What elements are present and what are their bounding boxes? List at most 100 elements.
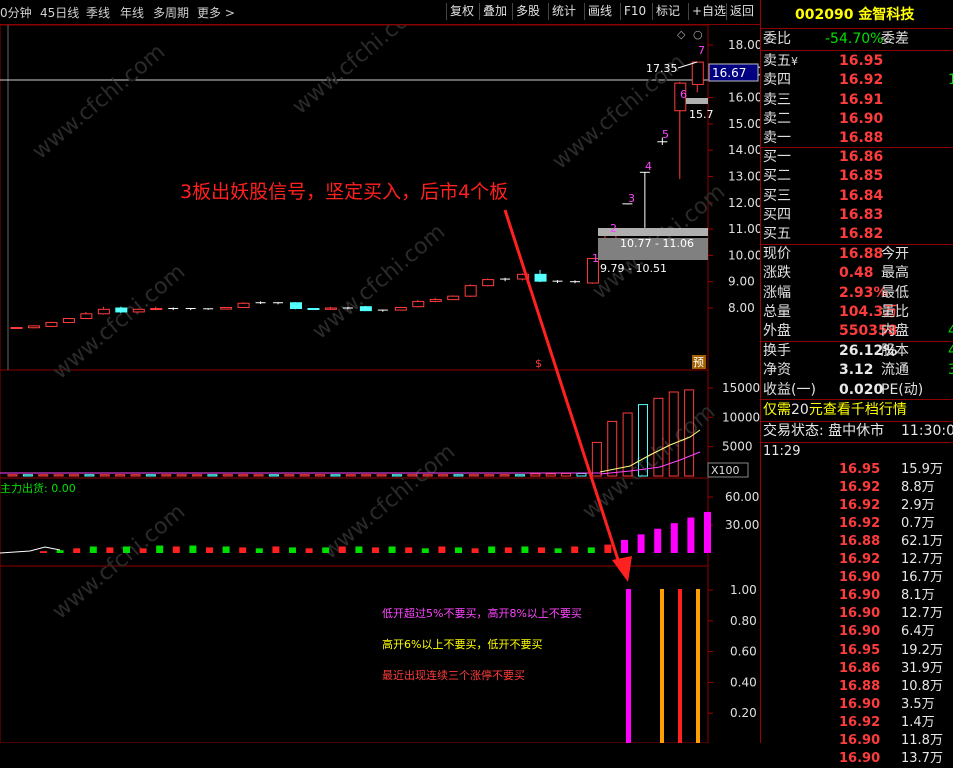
candle-body xyxy=(691,61,704,85)
candle-body xyxy=(97,308,110,315)
stats-row-label: 净资 xyxy=(763,362,791,379)
bid-row-value: 16.85 xyxy=(839,168,884,185)
volume-bar xyxy=(514,474,525,477)
overlay-button[interactable]: 叠加 xyxy=(479,3,510,20)
volume-bar xyxy=(84,474,95,477)
trade-status-label: 交易状态: 盘中休市 xyxy=(763,423,885,439)
flow-bar xyxy=(521,546,529,553)
volume-bar xyxy=(268,474,279,477)
bid-row-label: 买二 xyxy=(763,168,791,185)
stats-button[interactable]: 统计 xyxy=(548,3,579,20)
mark-button[interactable]: 标记 xyxy=(652,3,683,20)
signal-bar xyxy=(696,589,700,743)
candle-body xyxy=(324,307,337,310)
high-price-label: 17.35 xyxy=(646,62,678,75)
tick-volume: 2.9万 xyxy=(901,498,935,514)
price-tick-label: 8.00 xyxy=(728,301,755,315)
candle-body xyxy=(45,321,58,327)
stats-row-label2: PE(动) xyxy=(881,381,924,398)
f10-button[interactable]: F10 xyxy=(620,3,649,20)
signal-bar xyxy=(678,589,682,743)
labels-layer: 16.67 10.77 - 11.06 9.79 - 10.51 17.35 15.7 ◇… xyxy=(0,28,759,682)
kline-chart[interactable]: 18.0017.0016.0015.0014.0013.0012.0011.00… xyxy=(0,25,760,743)
tab-multi-period[interactable]: 多周期 xyxy=(153,4,189,21)
add-favorite-button[interactable]: +自选 xyxy=(688,3,729,20)
divider xyxy=(761,399,953,400)
tab-minutes[interactable]: 0分钟 xyxy=(0,4,32,21)
tab-quarter-line[interactable]: 季线 xyxy=(86,4,110,21)
ticks-time: 11:29 xyxy=(763,444,801,459)
ask-row: 卖二 16.90 xyxy=(763,110,883,129)
draw-line-button[interactable]: 画线 xyxy=(584,3,615,20)
bid-row: 买四 16.83 xyxy=(763,206,883,225)
watermark: www.cfchi.com xyxy=(28,39,170,164)
stats-row-label: 换手 xyxy=(763,343,791,359)
stats-row: 净资 3.12 流通 3 xyxy=(763,361,953,380)
flow-bar xyxy=(488,546,496,553)
tick-price: 16.88 xyxy=(839,534,881,550)
back-button[interactable]: 返回 xyxy=(726,3,757,20)
flow-bar xyxy=(405,547,413,553)
candle-body xyxy=(150,308,163,311)
promo-pre: 仅需 xyxy=(763,402,791,418)
tick-volume: 3.5万 xyxy=(901,696,935,712)
candle-body xyxy=(62,318,75,323)
flow-bar xyxy=(471,548,479,553)
candle-body xyxy=(237,302,250,308)
flow-tick-label: 60.00 xyxy=(725,490,759,504)
multi-stock-button[interactable]: 多股 xyxy=(512,3,543,20)
stats-row: 收益(一) 0.020 PE(动) xyxy=(763,381,923,400)
quote-row-label: 现价 xyxy=(763,246,791,262)
flow-bar xyxy=(554,548,562,553)
tick-price: 16.95 xyxy=(839,642,881,658)
stats-row-label2: 股本 xyxy=(881,343,909,359)
volume-bar xyxy=(99,474,110,477)
candle-body xyxy=(394,306,407,311)
volume-bar xyxy=(561,472,572,477)
bid-row-value: 16.82 xyxy=(839,226,884,243)
flow-bar xyxy=(372,547,379,553)
board-count-label: 2 xyxy=(610,222,617,235)
diamond-icon: ◇ xyxy=(677,28,686,41)
board-count-label: 1 xyxy=(592,252,599,265)
stats-row-value: 0.020 xyxy=(839,381,884,398)
tick-volume: 11.8万 xyxy=(901,732,943,748)
chevron-right-icon: > xyxy=(224,6,235,20)
signal-tick-label: 0.80 xyxy=(730,614,757,628)
signal-bar xyxy=(660,589,664,743)
chart-grid: 18.0017.0016.0015.0014.0013.0012.0011.00… xyxy=(0,25,760,743)
tab-year-line[interactable]: 年线 xyxy=(120,4,144,21)
price-tick-label: 11.00 xyxy=(728,222,760,236)
weibi-label: 委比 xyxy=(763,31,791,47)
board-count-label: 5 xyxy=(662,128,669,141)
more-menu[interactable]: 更多 > xyxy=(197,4,235,21)
adjust-button[interactable]: 复权 xyxy=(446,3,477,20)
chart-toolbar: 0分钟 45日线 季线 年线 多周期 更多 > 复权 叠加 多股 统计 画线 F… xyxy=(0,0,760,25)
tick-volume: 0.7万 xyxy=(901,516,935,532)
candle-body xyxy=(115,307,128,313)
candle-body xyxy=(534,273,547,282)
pane-border xyxy=(0,565,709,743)
bid-row-label: 买四 xyxy=(763,206,791,223)
tick-volume: 1.4万 xyxy=(901,714,935,730)
quote-row-extra: 4 xyxy=(948,323,953,340)
tick-price: 16.92 xyxy=(839,480,881,496)
tick-price: 16.90 xyxy=(839,732,881,748)
volume-bar xyxy=(545,473,556,477)
flow-bar xyxy=(56,550,64,553)
volume-bar xyxy=(253,474,264,477)
tab-45day-line[interactable]: 45日线 xyxy=(40,4,79,21)
volume-bar xyxy=(284,474,295,477)
tick-volume: 31.9万 xyxy=(901,660,943,676)
flow-tick-label: 30.00 xyxy=(725,518,759,532)
promo-link[interactable]: 仅需20元查看千档行情 xyxy=(763,401,907,420)
bid-row-value: 16.84 xyxy=(839,187,884,204)
divider xyxy=(761,50,953,51)
ask-row-value: 16.91 xyxy=(839,91,884,108)
stats-row-label2: 流通 xyxy=(881,362,909,379)
bid-row-label: 买一 xyxy=(763,149,791,165)
ask-row-label: 卖五 xyxy=(763,53,791,69)
watermark: www.cfchi.com xyxy=(288,25,430,120)
board-count-label: 6 xyxy=(680,88,687,101)
candle-body xyxy=(220,306,233,310)
